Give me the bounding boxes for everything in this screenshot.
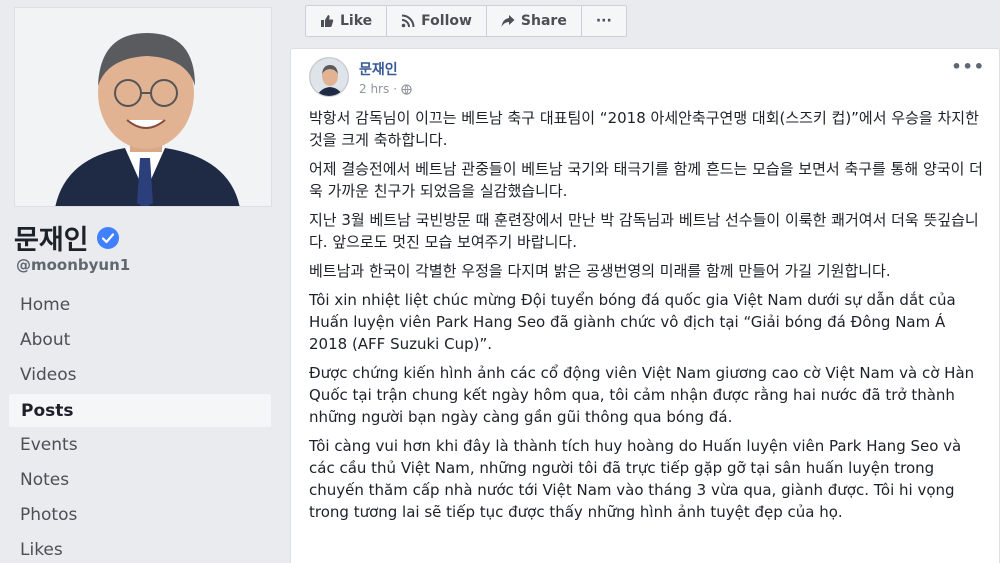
post-options-button[interactable]: ••• [951, 57, 985, 76]
follow-label: Follow [421, 13, 472, 29]
follow-button[interactable]: Follow [387, 6, 487, 36]
like-label: Like [340, 13, 373, 29]
profile-picture[interactable] [14, 7, 272, 207]
share-label: Share [520, 13, 567, 29]
post-paragraph: Được chứng kiến hình ảnh các cổ động viê… [309, 364, 975, 426]
profile-name[interactable]: 문재인 [14, 218, 89, 257]
nav-item-photos[interactable]: Photos [8, 498, 272, 533]
post-paragraph: 박항서 감독님이 이끄는 베트남 축구 대표팀이 “2018 아세안축구연맹 대… [309, 109, 979, 149]
post-meta: 2 hrs · [359, 82, 412, 96]
more-actions-button[interactable]: ··· [582, 6, 626, 36]
more-icon: ··· [595, 13, 612, 29]
share-arrow-icon [501, 15, 515, 27]
page-nav: Home About Videos Posts Events Notes Pho… [8, 288, 272, 563]
post-time[interactable]: 2 hrs [359, 82, 389, 96]
nav-item-about[interactable]: About [8, 323, 272, 358]
verified-badge-icon [96, 226, 119, 249]
rss-icon [401, 14, 415, 28]
post-paragraph: 베트남과 한국이 각별한 우정을 다지며 밝은 공생번영의 미래를 함께 만들어… [309, 262, 891, 280]
post-body: 박항서 감독님이 이끄는 베트남 축구 대표팀이 “2018 아세안축구연맹 대… [309, 107, 987, 530]
nav-item-likes[interactable]: Likes [8, 533, 272, 563]
like-button[interactable]: Like [306, 6, 388, 36]
nav-item-notes[interactable]: Notes [8, 463, 272, 498]
post-author[interactable]: 문재인 [359, 59, 412, 79]
post-header: 문재인 2 hrs · [309, 57, 412, 97]
dot-separator: · [393, 82, 398, 96]
share-button[interactable]: Share [487, 6, 582, 36]
page-action-bar: Like Follow Share ··· [305, 5, 627, 37]
profile-name-row: 문재인 [14, 218, 119, 257]
profile-handle[interactable]: @moonbyun1 [16, 256, 130, 274]
nav-item-events[interactable]: Events [8, 428, 272, 463]
nav-item-home[interactable]: Home [8, 288, 272, 323]
author-avatar[interactable] [309, 57, 349, 97]
nav-item-posts[interactable]: Posts [8, 393, 272, 428]
post-card: 문재인 2 hrs · ••• 박항서 감독님이 이끄는 베트남 축구 대표팀이… [290, 48, 1000, 563]
thumbs-up-icon [321, 15, 334, 27]
nav-item-videos[interactable]: Videos [8, 358, 272, 393]
post-author-info: 문재인 2 hrs · [359, 57, 412, 97]
post-paragraph: Tôi càng vui hơn khi đây là thành tích h… [309, 437, 962, 521]
post-paragraph: Tôi xin nhiệt liệt chúc mừng Đội tuyển b… [309, 291, 956, 353]
left-column: 문재인 @moonbyun1 Home About Videos Posts E… [0, 0, 282, 563]
globe-icon [401, 83, 412, 95]
post-paragraph: 어제 결승전에서 베트남 관중들이 베트남 국기와 태극기를 함께 흔드는 모습… [309, 160, 983, 200]
post-paragraph: 지난 3월 베트남 국빈방문 때 훈련장에서 만난 박 감독님과 베트남 선수들… [309, 211, 979, 251]
